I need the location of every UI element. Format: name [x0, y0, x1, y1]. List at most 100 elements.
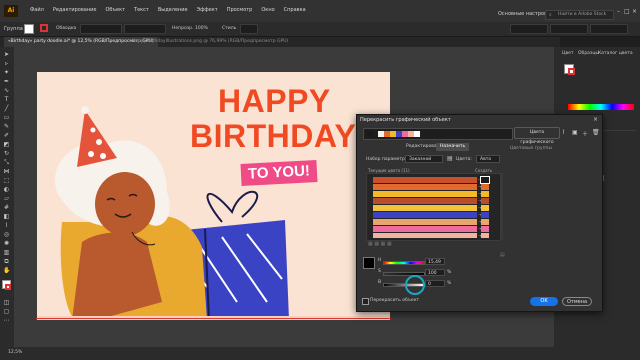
edit-toolbar-icon[interactable]: ⋯: [3, 318, 10, 324]
color-list-scrollbar[interactable]: [500, 173, 503, 239]
curvature-tool-icon[interactable]: ∿: [3, 88, 10, 94]
h-field[interactable]: [590, 24, 628, 34]
maximize-icon[interactable]: □: [624, 8, 630, 15]
new-color-cell[interactable]: [481, 233, 489, 238]
w-field[interactable]: [550, 24, 588, 34]
stroke-color-icon[interactable]: [5, 284, 11, 290]
panel-tab-color-guide[interactable]: Каталог цвета: [598, 51, 633, 56]
panel-stroke-swatch[interactable]: [568, 68, 575, 75]
new-color-cell[interactable]: [481, 205, 489, 211]
x-field[interactable]: [510, 24, 548, 34]
shaper-tool-icon[interactable]: ✐: [3, 133, 10, 139]
free-transform-tool-icon[interactable]: ⬚: [3, 178, 10, 184]
new-color-cell[interactable]: [481, 184, 489, 190]
current-colors-strip[interactable]: [363, 128, 513, 140]
pen-tool-icon[interactable]: ✒: [3, 79, 10, 85]
zoom-level[interactable]: 12,5%: [8, 350, 22, 355]
hue-slider[interactable]: [383, 261, 425, 265]
new-group-icon[interactable]: ＋: [582, 129, 588, 138]
paintbrush-tool-icon[interactable]: ✎: [3, 124, 10, 130]
tab-assign[interactable]: Назначить: [436, 143, 470, 151]
width-tool-icon[interactable]: ⋈: [3, 169, 10, 175]
new-color-cell[interactable]: [481, 226, 489, 232]
graphic-style-select[interactable]: [240, 24, 258, 34]
current-color-row[interactable]: [373, 219, 477, 225]
new-color-cell[interactable]: [480, 176, 490, 184]
direct-selection-tool-icon[interactable]: ▹: [3, 61, 10, 67]
artwork-colors-button[interactable]: Цвета графического: [514, 127, 560, 145]
selection-tool-icon[interactable]: ➤: [3, 52, 10, 58]
gradient-tool-icon[interactable]: ◧: [3, 214, 10, 220]
align-controls[interactable]: [300, 24, 502, 34]
current-color-row[interactable]: [373, 233, 477, 238]
menu-text[interactable]: Текст: [134, 7, 149, 13]
new-color-cell[interactable]: [481, 219, 489, 225]
merge-colors-icon[interactable]: ▦ ▦ ▦ ▦: [368, 241, 392, 247]
magic-wand-tool-icon[interactable]: ✦: [3, 70, 10, 76]
recolor-artwork-checkbox[interactable]: [362, 298, 369, 305]
stock-search[interactable]: ⌕ Найти в Adobe Stock: [545, 10, 614, 20]
new-color-cell[interactable]: [481, 191, 489, 197]
current-color-row[interactable]: [373, 212, 477, 218]
current-color-row[interactable]: [373, 177, 477, 183]
current-color-row[interactable]: [373, 191, 477, 197]
perspective-tool-icon[interactable]: ▱: [3, 196, 10, 202]
new-color-cell[interactable]: [481, 212, 489, 218]
selected-color-chip[interactable]: [363, 257, 375, 269]
ok-button[interactable]: OK: [530, 297, 558, 306]
menu-help[interactable]: Справка: [284, 7, 306, 13]
menu-edit[interactable]: Редактирование: [53, 7, 97, 13]
fill-swatch[interactable]: [24, 24, 34, 34]
tab-happybirthday-png[interactable]: HappyBirthdayIllustrations.png @ 76,99% …: [128, 37, 292, 47]
mesh-tool-icon[interactable]: #: [3, 205, 10, 211]
dialog-close-icon[interactable]: ×: [593, 116, 598, 123]
rectangle-tool-icon[interactable]: ▭: [3, 115, 10, 121]
color-spectrum-bar[interactable]: [568, 104, 634, 110]
opacity-label[interactable]: Непрозр.: [172, 26, 193, 31]
menu-select[interactable]: Выделение: [158, 7, 188, 13]
preset-select[interactable]: Заказной: [405, 155, 443, 163]
artboard-tool-icon[interactable]: ⧉: [3, 259, 10, 265]
current-color-row[interactable]: [373, 184, 477, 190]
eyedropper-icon[interactable]: ⌇: [562, 129, 565, 136]
stroke-profile-select[interactable]: [80, 24, 122, 34]
preset-options-icon[interactable]: ▤: [447, 155, 453, 162]
symbol-sprayer-tool-icon[interactable]: ✺: [3, 241, 10, 247]
cancel-button[interactable]: Отмена: [562, 297, 592, 306]
hue-value[interactable]: 15,49: [425, 258, 445, 265]
delete-icon[interactable]: 🗑: [592, 129, 600, 136]
graph-tool-icon[interactable]: ▥: [3, 250, 10, 256]
type-tool-icon[interactable]: T: [3, 97, 10, 103]
menu-file[interactable]: Файл: [30, 7, 44, 13]
saturation-value[interactable]: 100: [425, 269, 445, 276]
hand-tool-icon[interactable]: ✋: [3, 268, 10, 274]
opacity-value[interactable]: 100%: [195, 26, 208, 31]
minimize-icon[interactable]: –: [617, 8, 620, 15]
color-mode-icon[interactable]: ▤: [500, 252, 505, 258]
line-tool-icon[interactable]: ╱: [3, 106, 10, 112]
scale-tool-icon[interactable]: ⤡: [3, 160, 10, 166]
new-color-cell[interactable]: [481, 198, 489, 204]
brush-select[interactable]: [124, 24, 166, 34]
colors-count-select[interactable]: Авто: [476, 155, 500, 163]
drawing-modes-icon[interactable]: ◫: [3, 300, 10, 306]
rotate-tool-icon[interactable]: ↻: [3, 151, 10, 157]
menu-view[interactable]: Просмотр: [227, 7, 253, 13]
recolor-color-list[interactable]: → → → → → → → → →: [366, 173, 501, 241]
brightness-value[interactable]: 0: [425, 280, 445, 287]
shape-builder-tool-icon[interactable]: ◐: [3, 187, 10, 193]
menu-effect[interactable]: Эффект: [197, 7, 218, 13]
blend-tool-icon[interactable]: ◎: [3, 232, 10, 238]
panel-tab-color[interactable]: Цвет: [562, 51, 574, 56]
screen-mode-icon[interactable]: ▢: [3, 309, 10, 315]
close-icon[interactable]: ×: [632, 8, 637, 15]
menu-window[interactable]: Окно: [261, 7, 274, 13]
eraser-tool-icon[interactable]: ◩: [3, 142, 10, 148]
current-color-row[interactable]: [373, 205, 477, 211]
panel-tab-swatches[interactable]: Образцы: [578, 51, 599, 56]
save-group-icon[interactable]: ▣: [572, 129, 578, 136]
current-color-row[interactable]: [373, 226, 477, 232]
eyedropper-tool-icon[interactable]: ⌇: [3, 223, 10, 229]
stroke-swatch[interactable]: [40, 24, 48, 32]
current-color-row[interactable]: [373, 198, 477, 204]
